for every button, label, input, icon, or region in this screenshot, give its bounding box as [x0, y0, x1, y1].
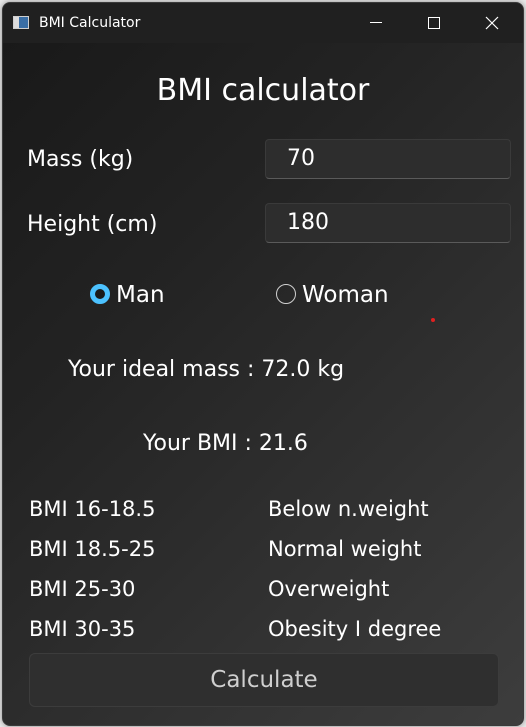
bmi-category-cell: Obesity I degree — [268, 617, 442, 641]
bmi-range-cell: BMI 18.5-25 — [29, 537, 156, 561]
gender-radio-man-label[interactable]: Man — [116, 282, 165, 308]
red-dot-marker — [431, 318, 435, 322]
close-icon — [485, 16, 499, 30]
bmi-calculator-window: BMI Calculator BMI calculator Mass (kg) … — [2, 2, 524, 726]
height-input[interactable]: 180 — [265, 203, 511, 243]
bmi-result: Your BMI : 21.6 — [143, 431, 308, 456]
gender-radio-man[interactable] — [90, 284, 110, 304]
bmi-range-cell: BMI 25-30 — [29, 577, 136, 601]
mass-label: Mass (kg) — [27, 147, 134, 172]
calculate-button[interactable]: Calculate — [29, 653, 499, 707]
minimize-icon — [370, 21, 382, 23]
maximize-icon — [428, 17, 440, 29]
ideal-mass-result: Your ideal mass : 72.0 kg — [68, 357, 345, 382]
page-title: BMI calculator — [156, 73, 370, 108]
bmi-category-cell: Below n.weight — [268, 497, 429, 521]
height-label: Height (cm) — [27, 212, 158, 237]
bmi-range-cell: BMI 16-18.5 — [29, 497, 156, 521]
bmi-range-cell: BMI 30-35 — [29, 617, 136, 641]
mass-input[interactable]: 70 — [265, 139, 511, 179]
app-window-icon — [13, 16, 29, 29]
bmi-category-cell: Overweight — [268, 577, 390, 601]
maximize-button[interactable] — [411, 3, 457, 43]
gender-radio-woman[interactable] — [276, 284, 296, 304]
window-title: BMI Calculator — [39, 15, 141, 31]
title-bar[interactable]: BMI Calculator — [3, 3, 523, 43]
minimize-button[interactable] — [353, 3, 399, 43]
close-button[interactable] — [469, 3, 515, 43]
gender-radio-woman-label[interactable]: Woman — [302, 282, 389, 308]
bmi-category-cell: Normal weight — [268, 537, 422, 561]
